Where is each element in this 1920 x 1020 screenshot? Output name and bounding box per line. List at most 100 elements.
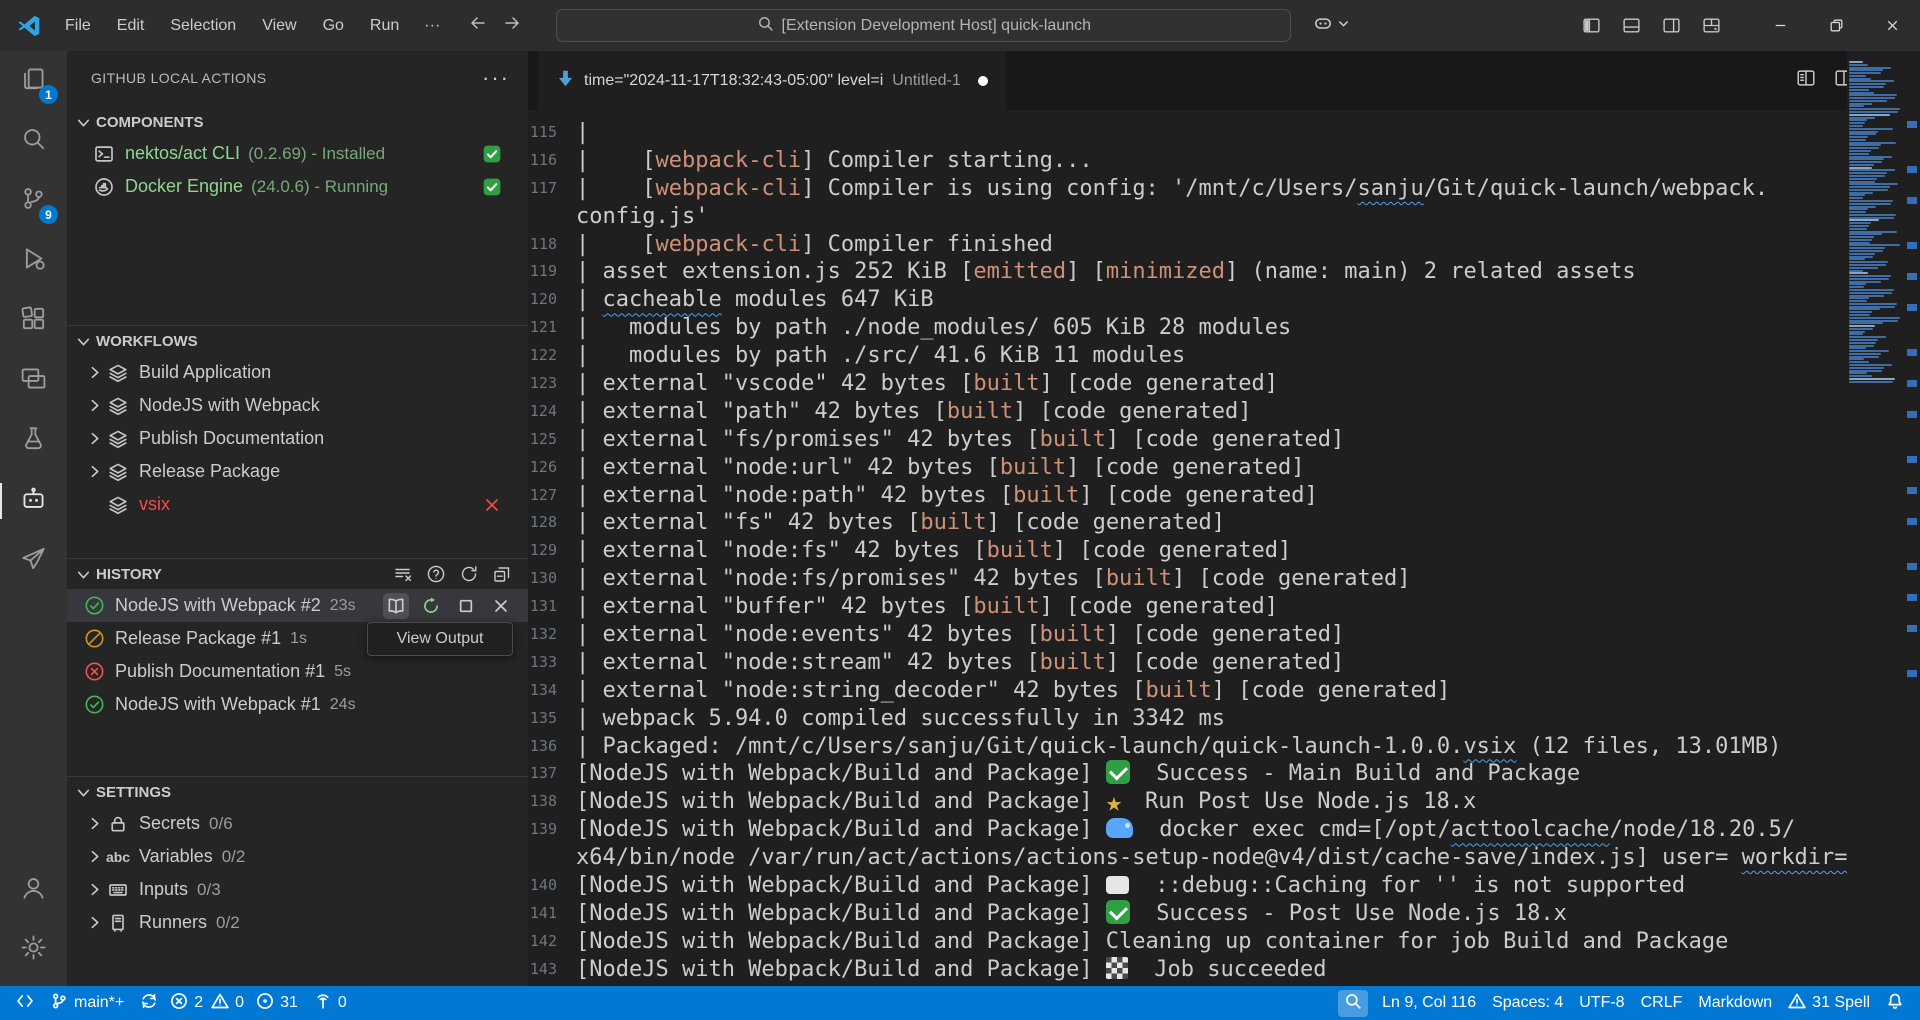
overview-marker [1907, 487, 1917, 494]
status-info-count[interactable]: 31 [248, 986, 306, 1020]
activity-search[interactable] [0, 111, 67, 171]
settings-item-variables[interactable]: abcVariables0/2 [67, 840, 528, 873]
activity-testing[interactable] [0, 411, 67, 471]
status-remote[interactable] [8, 986, 42, 1020]
activity-explorer[interactable]: 1 [0, 51, 67, 111]
status-language-mode[interactable]: Markdown [1690, 986, 1780, 1020]
status-errors[interactable]: 2 [166, 986, 207, 1020]
status-notifications[interactable] [1878, 986, 1912, 1020]
menu-go[interactable]: Go [310, 11, 357, 41]
activity-run-debug[interactable] [0, 231, 67, 291]
copilot-menu[interactable] [1313, 13, 1350, 38]
minimap-line [1849, 242, 1870, 244]
status-encoding[interactable]: UTF-8 [1571, 986, 1632, 1020]
menu-file[interactable]: File [52, 11, 104, 41]
line-number: 131 [528, 593, 557, 621]
workflows-header[interactable]: WORKFLOWS [67, 326, 528, 356]
restore-button[interactable] [1808, 0, 1864, 51]
settings-item-runners[interactable]: Runners0/2 [67, 906, 528, 939]
workflow-item[interactable]: vsix [67, 488, 528, 521]
activity-github-local-actions[interactable] [0, 471, 67, 531]
menu-view[interactable]: View [249, 11, 309, 41]
minimap-line [1849, 194, 1865, 196]
settings-item-secrets[interactable]: Secrets0/6 [67, 807, 528, 840]
collapse-all-icon[interactable] [492, 564, 512, 584]
activity-publish[interactable] [0, 531, 67, 591]
toggle-secondary-sidebar-icon[interactable] [1656, 11, 1686, 41]
minimap-line [1849, 203, 1891, 205]
minimap-line [1849, 186, 1890, 188]
component-item[interactable]: nektos/act CLI(0.2.69) - Installed [67, 137, 528, 170]
dirty-indicator[interactable] [978, 76, 988, 86]
overview-ruler[interactable] [1903, 51, 1920, 986]
settings-header[interactable]: SETTINGS [67, 777, 528, 807]
code-token: built [1000, 455, 1066, 480]
workflow-item[interactable]: Publish Documentation [67, 422, 528, 455]
workflow-item[interactable]: Release Package [67, 455, 528, 488]
activity-settings-gear[interactable] [0, 920, 67, 980]
open-preview-icon[interactable] [1796, 68, 1816, 93]
history-item[interactable]: Publish Documentation #15s [67, 655, 528, 688]
clear-history-icon[interactable] [393, 564, 413, 584]
view-output-icon[interactable] [383, 593, 409, 619]
status-branch[interactable]: main*+ [42, 986, 132, 1020]
activity-source-control[interactable]: 9 [0, 171, 67, 231]
code-text: Job succeeded [1128, 957, 1327, 982]
command-center-search[interactable]: [Extension Development Host] quick-launc… [556, 9, 1291, 42]
history-item[interactable]: NodeJS with Webpack #124s [67, 688, 528, 721]
info-count-icon [256, 992, 274, 1015]
status-warnings[interactable]: 0 [207, 986, 248, 1020]
status-indentation[interactable]: Spaces: 4 [1484, 986, 1571, 1020]
history-header[interactable]: HISTORY [67, 559, 528, 589]
status-eol[interactable]: CRLF [1633, 986, 1691, 1020]
stop-icon[interactable] [453, 593, 479, 619]
back-icon[interactable] [468, 13, 488, 38]
minimap-line [1849, 183, 1898, 185]
code-token: built [1040, 622, 1106, 647]
menu-run[interactable]: Run [357, 11, 412, 41]
line-number: 122 [528, 342, 557, 370]
editor-line: 121| modules by path ./node_modules/ 605… [528, 314, 1920, 342]
spellcheck-word: sanju [1357, 176, 1423, 201]
status-ports[interactable]: 0 [306, 986, 355, 1020]
status-search-mode[interactable] [1338, 990, 1368, 1017]
menu-more[interactable]: ··· [412, 11, 452, 41]
overview-marker [1907, 670, 1917, 677]
toggle-sidebar-icon[interactable] [1576, 11, 1606, 41]
minimap-line [1849, 372, 1867, 374]
help-icon[interactable] [426, 564, 446, 584]
code-text: | external "node:url" 42 bytes [ [576, 455, 1000, 480]
component-item[interactable]: Docker Engine(24.0.6) - Running [67, 170, 528, 203]
refresh-icon[interactable] [459, 564, 479, 584]
status-cursor-position[interactable]: Ln 9, Col 116 [1374, 986, 1484, 1020]
forward-icon[interactable] [502, 13, 522, 38]
components-header[interactable]: COMPONENTS [67, 107, 528, 137]
minimap-line [1849, 206, 1876, 208]
editor-line: 118| [webpack-cli] Compiler finished [528, 231, 1920, 259]
minimap[interactable] [1847, 51, 1903, 986]
tab-untitled-1[interactable]: time="2024-11-17T18:32:43-05:00" level=i… [538, 51, 1006, 110]
menu-selection[interactable]: Selection [157, 11, 249, 41]
workflow-item[interactable]: NodeJS with Webpack [67, 389, 528, 422]
customize-layout-icon[interactable] [1696, 11, 1726, 41]
workflow-item[interactable]: Build Application [67, 356, 528, 389]
toggle-panel-icon[interactable] [1616, 11, 1646, 41]
activity-extensions[interactable] [0, 291, 67, 351]
settings-list: Secrets0/6abcVariables0/2Inputs0/3Runner… [67, 807, 528, 939]
activity-remote-explorer[interactable] [0, 351, 67, 411]
menu-edit[interactable]: Edit [104, 11, 158, 41]
error-x-icon[interactable] [482, 495, 502, 515]
close-button[interactable] [1864, 0, 1920, 51]
settings-item-inputs[interactable]: Inputs0/3 [67, 873, 528, 906]
line-number: 117 [528, 175, 557, 203]
code-token: webpack-cli [655, 176, 801, 201]
remove-icon[interactable] [488, 593, 514, 619]
rerun-icon[interactable] [418, 593, 444, 619]
status-spell-checker[interactable]: 31 Spell [1780, 986, 1878, 1020]
activity-accounts[interactable] [0, 860, 67, 920]
editor-content[interactable]: 115|116| [webpack-cli] Compiler starting… [528, 110, 1920, 986]
status-sync[interactable] [132, 986, 166, 1020]
minimize-button[interactable] [1752, 0, 1808, 51]
sidebar-more-actions[interactable]: ··· [482, 65, 510, 91]
history-item[interactable]: NodeJS with Webpack #223s [67, 589, 528, 622]
